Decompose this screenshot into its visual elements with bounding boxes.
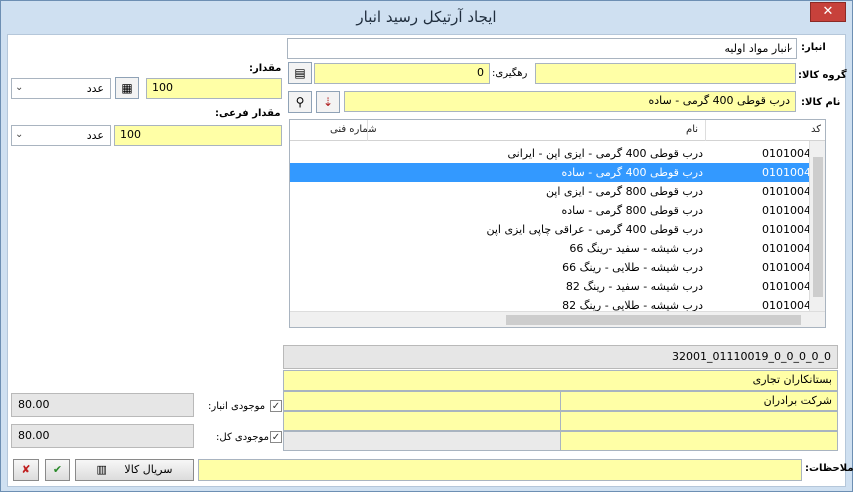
column-divider — [367, 120, 368, 141]
serial-button[interactable]: سریال کالا ▥ — [75, 459, 194, 481]
table-row[interactable]: 0101004002 درب قوطی 400 گرمی - ساده — [290, 163, 825, 182]
tracking-field[interactable]: 0 — [314, 63, 490, 84]
close-icon[interactable]: ✕ — [810, 2, 846, 22]
barcode-icon: ▥ — [96, 463, 107, 476]
chevron-down-icon[interactable]: ⌄ — [786, 42, 794, 53]
sub-account-field: شرکت برادران — [560, 391, 838, 411]
detail-field-4 — [283, 431, 561, 451]
row-name: درب شیشه - سفید - رینگ 82 — [565, 280, 703, 293]
warehouse-combo[interactable]: انبار مواد اولیه ⌄ — [287, 38, 797, 59]
row-name: درب شیشه - سفید -رینگ 66 — [569, 242, 703, 255]
binoculars-icon[interactable]: ⚲ — [288, 91, 312, 113]
scroll-thumb[interactable] — [506, 315, 801, 325]
serial-button-label: سریال کالا — [124, 463, 173, 476]
grid-header: کد نام شماره فنی — [290, 120, 825, 141]
table-row[interactable]: 0101004003 درب قوطی 800 گرمی - ایزی اپن — [290, 182, 825, 201]
quantity-unit-combo[interactable]: عدد ⌄ — [11, 78, 111, 99]
x-icon: ✘ — [21, 463, 31, 476]
sub-account-field-empty — [283, 391, 561, 411]
cancel-button[interactable]: ✘ — [13, 459, 39, 481]
title-bar: ایجاد آرتیکل رسید انبار ✕ — [1, 1, 852, 34]
group-label: گروه کالا: — [798, 70, 847, 81]
calculator-icon[interactable]: ▦ — [115, 77, 139, 99]
row-name: درب قوطی 400 گرمی - عراقی چاپی ایزی اپن — [486, 223, 703, 236]
check-icon: ✔ — [52, 463, 63, 476]
warehouse-value: انبار مواد اولیه — [724, 42, 790, 55]
chevron-down-icon[interactable]: ⌄ — [15, 82, 23, 93]
filter-icon[interactable]: ⇣ — [316, 91, 340, 113]
sub-quantity-label: مقدار فرعی: — [215, 108, 281, 119]
notes-label: ملاحظات: — [805, 463, 853, 474]
quantity-label: مقدار: — [249, 63, 282, 74]
dialog-window: ایجاد آرتیکل رسید انبار ✕ انبار: انبار م… — [0, 0, 853, 492]
detail-field-3 — [560, 431, 838, 451]
stock-total-label: موجودی کل: — [216, 432, 270, 443]
warehouse-label: انبار: — [801, 42, 826, 53]
stock-warehouse-checkbox[interactable]: ✓ — [270, 400, 282, 412]
column-tech-no[interactable]: شماره فنی — [330, 124, 377, 135]
row-name: درب قوطی 800 گرمی - ساده — [561, 204, 704, 217]
chevron-down-icon[interactable]: ⌄ — [15, 129, 23, 140]
table-row[interactable]: 0101004006 درب شیشه - سفید -رینگ 66 — [290, 239, 825, 258]
account-code-field: 32001_01110019_0_0_0_0_0 — [283, 345, 838, 369]
detail-field-2 — [283, 411, 561, 431]
quantity-field[interactable]: 100 — [146, 78, 282, 99]
table-row[interactable]: 0101004004 درب قوطی 800 گرمی - ساده — [290, 201, 826, 220]
horizontal-scrollbar[interactable] — [290, 311, 825, 327]
group-field[interactable] — [535, 63, 796, 84]
row-name: درب قوطی 400 گرمی - ساده — [561, 166, 704, 179]
quantity-unit-value: عدد — [86, 82, 104, 95]
sub-quantity-unit-combo[interactable]: عدد ⌄ — [11, 125, 111, 146]
document-lookup-icon[interactable]: ▤ — [288, 62, 312, 84]
stock-warehouse-value: 80.00 — [11, 393, 194, 417]
items-grid[interactable]: کد نام شماره فنی 0101004001 درب قوطی 400 … — [289, 119, 826, 328]
account-name-field: بستانکاران تجاری — [283, 370, 838, 391]
column-name[interactable]: نام — [686, 124, 698, 135]
sub-quantity-unit-value: عدد — [86, 129, 104, 142]
vertical-scrollbar[interactable] — [809, 141, 825, 313]
table-row[interactable]: 0101004001 درب قوطی 400 گرمی - ایزی اپن -… — [290, 144, 825, 163]
sub-quantity-field[interactable]: 100 — [114, 125, 282, 146]
row-name: درب شیشه - طلایی - رینگ 66 — [562, 261, 703, 274]
row-name: درب قوطی 400 گرمی - ایزی اپن - ایرانی — [507, 147, 703, 160]
table-row[interactable]: 0101004007 درب شیشه - طلایی - رینگ 66 — [290, 258, 825, 277]
stock-total-value: 80.00 — [11, 424, 194, 448]
scroll-thumb[interactable] — [813, 157, 823, 297]
ok-button[interactable]: ✔ — [45, 459, 70, 481]
detail-field-1 — [560, 411, 838, 431]
tracking-label: رهگیری: — [492, 68, 528, 79]
row-name: درب قوطی 800 گرمی - ایزی اپن — [545, 185, 703, 198]
stock-total-checkbox[interactable]: ✓ — [270, 431, 282, 443]
item-name-label: نام کالا: — [801, 97, 841, 108]
dialog-body: انبار: انبار مواد اولیه ⌄ گروه کالا: رهگ… — [7, 34, 853, 487]
table-row[interactable]: 0101004008 درب شیشه - سفید - رینگ 82 — [290, 277, 825, 296]
table-row[interactable]: 0101004005 درب قوطی 400 گرمی - عراقی چاپی… — [290, 220, 825, 239]
window-title: ایجاد آرتیکل رسید انبار — [356, 8, 497, 26]
column-code[interactable]: کد — [811, 124, 821, 135]
stock-warehouse-label: موجودی انبار: — [208, 401, 266, 412]
item-name-field[interactable]: درب قوطی 400 گرمی - ساده — [344, 91, 796, 112]
notes-field[interactable] — [198, 459, 802, 481]
column-divider — [705, 120, 706, 141]
